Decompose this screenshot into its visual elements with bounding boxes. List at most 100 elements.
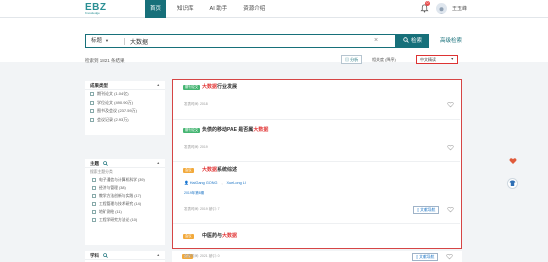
filter-option[interactable]: 工程学研究方法论 (10) — [85, 216, 165, 224]
result-title[interactable]: 负债的移动PAE 是否属大数据 — [202, 127, 268, 133]
search-input[interactable] — [130, 35, 310, 47]
filter-option-label: 地矿测绘 (11) — [99, 210, 122, 214]
shirt-icon — [509, 180, 516, 186]
search-icon[interactable] — [103, 252, 109, 258]
nav-knowledge-base[interactable]: 知识库 — [172, 0, 199, 18]
checkbox[interactable] — [90, 100, 94, 105]
result-meta: 发表时间: 2019 — [184, 145, 208, 149]
avatar[interactable] — [436, 3, 447, 14]
cite-label: 文献导航 — [420, 208, 436, 212]
checkbox[interactable] — [90, 109, 94, 114]
title-text: 系统综述 — [217, 167, 238, 173]
filter-discipline-header[interactable]: 学科 ▲ — [85, 251, 165, 260]
filter-option[interactable]: 会议记录 (2.93万) — [85, 116, 165, 125]
filter-discipline-title: 学科 — [90, 253, 99, 258]
caret-up-icon: ▲ — [156, 161, 160, 165]
book-icon: ▯ — [417, 208, 420, 212]
type-badge: 期刊论文 — [183, 85, 201, 90]
title-text: 负债的移动PAE 是否属 — [202, 127, 254, 133]
heart-icon[interactable] — [509, 157, 517, 165]
filter-type-header[interactable]: 成果类型 ▲ — [85, 81, 165, 90]
filter-option-label: 工程学研究方法论 (10) — [99, 218, 138, 222]
filter-option-label: 经济与管理 (38) — [99, 186, 126, 190]
result-title[interactable]: 大数据系统综述 — [202, 167, 237, 173]
filter-option[interactable]: 期刊论文 (1.04亿) — [85, 90, 165, 99]
filter-option[interactable]: 电子通信与计算机科学 (39) — [85, 176, 165, 184]
nav-home[interactable]: 首页 — [145, 0, 167, 18]
checkbox[interactable] — [90, 92, 94, 97]
author-link[interactable]: HaiGang GONG — [190, 181, 218, 185]
result-item[interactable]: 期刊论文 大数据行业发展 发表时间: 2018 — [173, 80, 460, 120]
nav-resources[interactable]: 资源介绍 — [238, 0, 270, 18]
filter-option[interactable]: 工程管理与技术研究 (14) — [85, 200, 165, 208]
result-meta: 发表时间: 2021 被引: 0 — [184, 254, 220, 258]
filter-type-title: 成果类型 — [90, 83, 108, 88]
top-navbar: EBZ Knowledge 首页 知识库 AI 助手 资源介绍 0 王玉峰 — [0, 0, 548, 18]
sort-select[interactable]: 中文精读 ▼ — [416, 55, 458, 64]
journal-issue[interactable]: 2019年第8期 — [184, 191, 204, 196]
book-icon: ▯ — [416, 255, 419, 259]
sort-order-label[interactable]: 相关度 (降序) — [372, 57, 396, 63]
result-item[interactable]: 会议 发表时间: 2021 被引: 0 ▯ 文献导航 — [172, 251, 462, 262]
floating-tool-button[interactable] — [507, 178, 518, 189]
logo[interactable]: EBZ Knowledge — [85, 3, 113, 16]
cite-button[interactable]: ▯ 文献导航 — [412, 253, 439, 261]
search-field-select[interactable]: 标题 ▼ — [91, 35, 109, 47]
subject-search-input[interactable]: 搜索主题分类 — [85, 168, 165, 176]
checkbox[interactable] — [92, 178, 96, 182]
checkbox[interactable] — [92, 218, 96, 222]
main-nav: 首页 知识库 AI 助手 资源介绍 — [145, 0, 276, 18]
author-link[interactable]: XueLong LI — [227, 181, 246, 185]
divider — [124, 38, 125, 45]
filter-option[interactable]: 经济与管理 (38) — [85, 184, 165, 192]
caret-up-icon: ▲ — [156, 253, 160, 257]
filter-option[interactable]: 图书及会议 (237.59万) — [85, 107, 165, 116]
result-title[interactable]: 大数据行业发展 — [202, 84, 237, 90]
checkbox[interactable] — [92, 194, 96, 198]
analyze-button[interactable]: ▤ 分析 — [341, 55, 363, 64]
type-badge: 期刊论文 — [183, 128, 201, 133]
logo-subtext: Knowledge — [85, 11, 100, 15]
chart-icon: ▤ — [345, 57, 349, 62]
title-text: 行业发展 — [217, 84, 238, 90]
result-meta: 发表时间: 2018 — [184, 102, 208, 106]
filter-type-card: 成果类型 ▲ 期刊论文 (1.04亿) 学位论文 (490.90万) 图书及会议… — [85, 81, 165, 135]
caret-up-icon: ▲ — [156, 83, 160, 87]
favorite-icon[interactable] — [447, 144, 454, 151]
filter-option[interactable]: 地矿测绘 (11) — [85, 208, 165, 216]
filter-option[interactable]: 教学方法创新与实践 (17) — [85, 192, 165, 200]
user-name[interactable]: 王玉峰 — [452, 5, 467, 13]
author-list: 👤 HaiGang GONG, XueLong LI — [184, 181, 246, 185]
cite-label: 文献导航 — [419, 255, 435, 259]
favorite-icon[interactable] — [447, 101, 454, 108]
filter-option-label: 期刊论文 (1.04亿) — [97, 91, 129, 96]
search-button[interactable]: 检索 — [396, 34, 429, 48]
type-badge: 会议 — [183, 234, 194, 239]
filter-option[interactable]: 学位论文 (490.90万) — [85, 99, 165, 108]
analyze-label: 分析 — [350, 57, 359, 62]
results-list: 期刊论文 大数据行业发展 发表时间: 2018 期刊论文 负债的移动PAE 是否… — [172, 79, 462, 249]
search-icon[interactable] — [103, 160, 109, 166]
result-item[interactable]: 会议 大数据系统综述 👤 HaiGang GONG, XueLong LI 201… — [173, 162, 460, 224]
filter-subject-header[interactable]: 主题 ▲ — [85, 159, 165, 168]
result-title[interactable]: 中医药与大数据 — [202, 233, 237, 239]
filter-subject-title: 主题 — [90, 161, 99, 166]
checkbox[interactable] — [90, 117, 94, 122]
checkbox[interactable] — [92, 202, 96, 206]
filter-option-label: 会议记录 (2.93万) — [97, 116, 129, 122]
cite-button[interactable]: ▯ 文献导航 — [413, 206, 440, 214]
checkbox[interactable] — [92, 210, 96, 214]
result-meta: 发表时间: 2019 被引: 7 — [184, 207, 220, 211]
advanced-search-link[interactable]: 高级检索 — [440, 38, 462, 45]
filter-discipline-card: 学科 ▲ — [85, 251, 165, 262]
favorite-icon[interactable] — [446, 253, 453, 260]
favorite-icon[interactable] — [447, 206, 454, 213]
title-text: 中医药与 — [202, 233, 223, 239]
clear-icon[interactable]: × — [374, 36, 378, 46]
result-item[interactable]: 会议 中医药与大数据 — [173, 224, 460, 248]
result-item[interactable]: 期刊论文 负债的移动PAE 是否属大数据 发表时间: 2019 — [173, 120, 460, 162]
nav-ai-assistant[interactable]: AI 助手 — [205, 0, 233, 18]
filter-subject-card: 主题 ▲ 搜索主题分类 电子通信与计算机科学 (39) 经济与管理 (38) 教… — [85, 159, 165, 245]
search-button-label: 检索 — [410, 38, 422, 44]
checkbox[interactable] — [92, 186, 96, 190]
